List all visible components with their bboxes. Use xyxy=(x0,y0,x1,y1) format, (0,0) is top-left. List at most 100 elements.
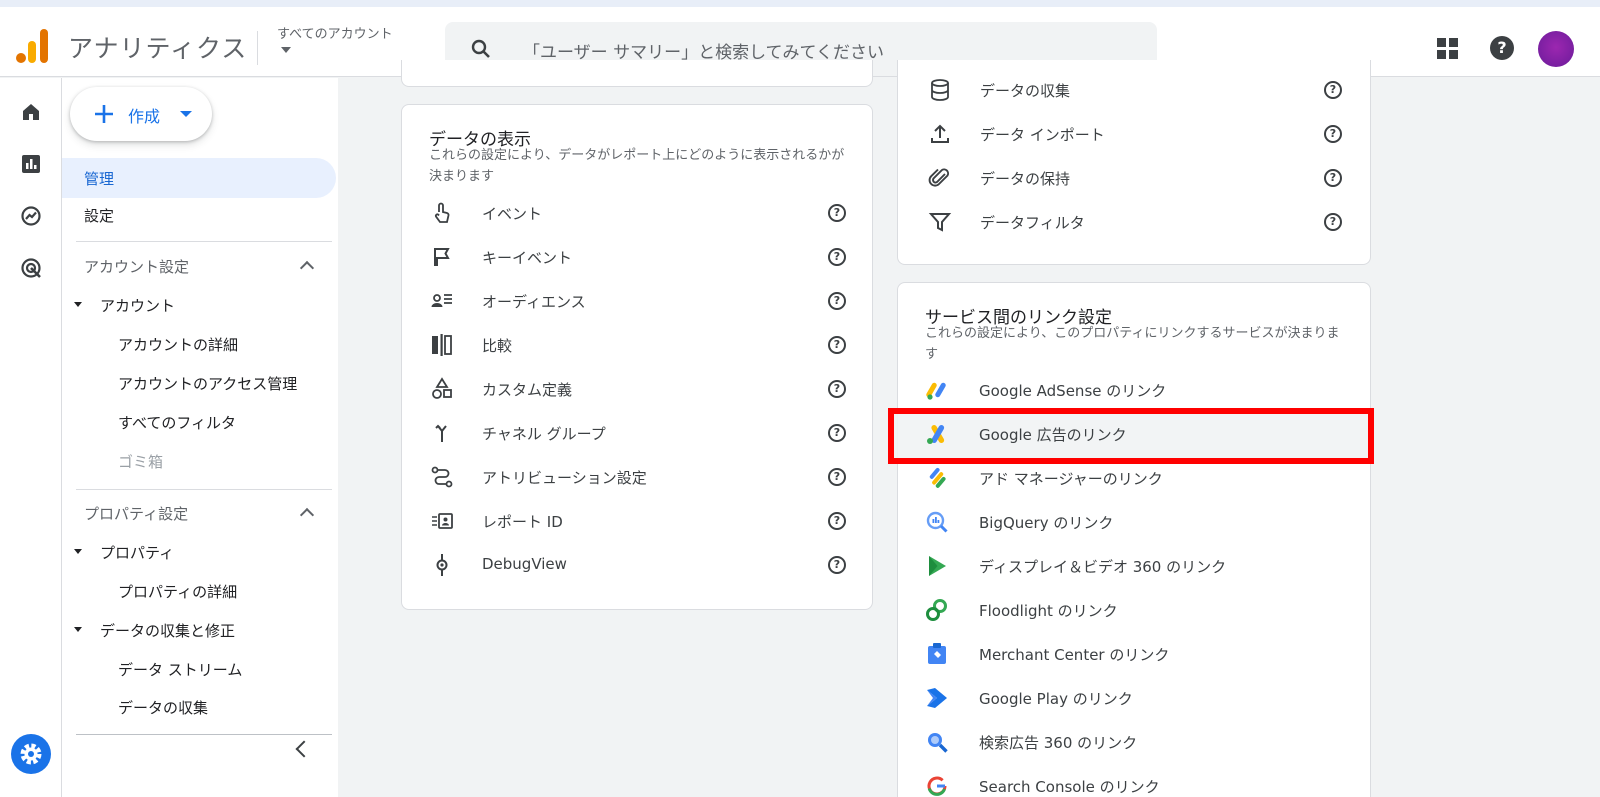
list-item[interactable]: Google AdSense のリンク xyxy=(897,368,1371,412)
chevron-up-icon[interactable] xyxy=(299,507,315,523)
list-item[interactable]: データフィルタ ? xyxy=(898,200,1370,244)
touch-icon xyxy=(435,202,450,223)
list-item-label: Floodlight のリンク xyxy=(979,602,1118,620)
nav-settings[interactable]: 設定 xyxy=(84,205,114,226)
list-item-label: カスタム定義 xyxy=(482,381,573,399)
list-item-google-ads[interactable]: Google 広告のリンク xyxy=(897,412,1371,456)
list-item[interactable]: DebugView ? xyxy=(402,543,872,587)
help-icon[interactable]: ? xyxy=(1324,213,1342,231)
bigquery-icon xyxy=(926,511,948,533)
list-item[interactable]: アド マネージャーのリンク xyxy=(897,456,1371,500)
list-item-label: オーディエンス xyxy=(482,293,586,311)
nav-property-details[interactable]: プロパティの詳細 xyxy=(118,581,237,602)
card-fragment xyxy=(401,60,873,87)
list-item[interactable]: データ インポート ? xyxy=(898,112,1370,156)
list-item[interactable]: レポート ID ? xyxy=(402,499,872,543)
card-description: これらの設定により、データがレポート上にどのように表示されるかが決まります xyxy=(429,148,845,184)
nav-account[interactable]: アカウント xyxy=(100,295,175,316)
nav-all-filters[interactable]: すべてのフィルタ xyxy=(118,412,236,433)
nav-data-collection[interactable]: データの収集と修正 xyxy=(100,620,235,641)
nav-admin[interactable]: 管理 xyxy=(62,158,336,198)
help-icon[interactable]: ? xyxy=(1324,81,1342,99)
list-item[interactable]: 検索広告 360 のリンク xyxy=(897,720,1371,764)
list-item[interactable]: データの保持 ? xyxy=(898,156,1370,200)
search-console-icon xyxy=(927,776,947,796)
list-item-label: イベント xyxy=(482,205,543,223)
list-item-label: 比較 xyxy=(482,337,513,355)
list-item[interactable]: オーディエンス ? xyxy=(402,279,872,323)
chevron-left-icon[interactable] xyxy=(295,740,313,758)
list-item-label: Google AdSense のリンク xyxy=(979,382,1167,400)
help-icon[interactable]: ? xyxy=(828,424,846,442)
help-icon[interactable]: ? xyxy=(1490,36,1514,60)
help-icon[interactable]: ? xyxy=(828,292,846,310)
help-icon[interactable]: ? xyxy=(1324,125,1342,143)
list-item[interactable]: イベント ? xyxy=(402,191,872,235)
list-item[interactable]: Google Play のリンク xyxy=(897,676,1371,720)
list-item[interactable]: ディスプレイ＆ビデオ 360 のリンク xyxy=(897,544,1371,588)
list-item[interactable]: Floodlight のリンク xyxy=(897,588,1371,632)
audience-icon xyxy=(431,294,452,307)
nav-account-access[interactable]: アカウントのアクセス管理 xyxy=(118,373,297,394)
nav-trash: ゴミ箱 xyxy=(118,453,164,471)
nav-property[interactable]: プロパティ xyxy=(100,542,174,563)
paperclip-icon xyxy=(928,168,949,187)
analytics-logo-icon[interactable] xyxy=(16,27,48,63)
explore-icon[interactable] xyxy=(19,204,43,228)
nav-data-streams[interactable]: データ ストリーム xyxy=(118,659,242,680)
help-icon[interactable]: ? xyxy=(828,248,846,266)
list-item-label: Search Console のリンク xyxy=(979,778,1160,796)
list-item[interactable]: アトリビューション設定 ? xyxy=(402,455,872,499)
nav-section-property-settings[interactable]: プロパティ設定 xyxy=(84,503,188,524)
divider xyxy=(76,489,332,490)
card-description: これらの設定により、このプロパティにリンクするサービスが決まります xyxy=(925,326,1340,362)
expand-arrow-icon[interactable] xyxy=(74,549,82,554)
help-icon[interactable]: ? xyxy=(828,512,846,530)
home-icon[interactable] xyxy=(19,100,43,124)
floodlight-icon xyxy=(926,599,947,621)
expand-arrow-icon[interactable] xyxy=(74,627,82,632)
help-icon[interactable]: ? xyxy=(828,336,846,354)
account-dropdown-icon[interactable] xyxy=(281,47,291,53)
expand-arrow-icon[interactable] xyxy=(74,302,82,307)
apps-grid-icon[interactable] xyxy=(1437,38,1459,60)
merge-icon xyxy=(435,424,447,442)
route-icon xyxy=(431,466,453,488)
list-item[interactable]: BigQuery のリンク xyxy=(897,500,1371,544)
admin-nav: 作成 管理 設定 アカウント設定 アカウント アカウントの詳細 アカウントのアク… xyxy=(62,78,338,797)
reports-icon[interactable] xyxy=(19,152,43,176)
data-collection-card: データの収集 ? データ インポート ? データの保持 ? データフィルタ ? xyxy=(897,60,1371,265)
help-icon[interactable]: ? xyxy=(828,380,846,398)
list-item[interactable]: データの収集 ? xyxy=(898,68,1370,112)
list-item[interactable]: チャネル グループ ? xyxy=(402,411,872,455)
advertising-icon[interactable] xyxy=(19,256,43,280)
nav-data-collection-item[interactable]: データの収集 xyxy=(118,697,208,718)
help-icon[interactable]: ? xyxy=(828,556,846,574)
create-dropdown-icon xyxy=(180,111,192,117)
list-item[interactable]: Search Console のリンク xyxy=(897,764,1371,797)
divider xyxy=(76,241,332,242)
admin-gear-icon[interactable] xyxy=(11,734,51,774)
top-strip xyxy=(0,0,1600,7)
list-item[interactable]: キーイベント ? xyxy=(402,235,872,279)
help-icon[interactable]: ? xyxy=(1324,169,1342,187)
list-item-label: 検索広告 360 のリンク xyxy=(979,734,1138,752)
list-item[interactable]: 比較 ? xyxy=(402,323,872,367)
list-item-label: データの保持 xyxy=(980,170,1071,188)
list-item-label: データフィルタ xyxy=(980,214,1085,232)
list-item[interactable]: Merchant Center のリンク xyxy=(897,632,1371,676)
ad-manager-icon xyxy=(929,467,946,488)
list-item-label: DebugView xyxy=(482,555,567,573)
database-icon xyxy=(931,79,949,101)
nav-section-account-settings[interactable]: アカウント設定 xyxy=(84,256,189,277)
avatar[interactable] xyxy=(1538,31,1574,67)
list-item-label: チャネル グループ xyxy=(482,425,606,443)
chevron-up-icon[interactable] xyxy=(299,260,315,276)
nav-account-details[interactable]: アカウントの詳細 xyxy=(118,334,238,355)
help-icon[interactable]: ? xyxy=(828,204,846,222)
help-icon[interactable]: ? xyxy=(828,468,846,486)
create-button[interactable]: 作成 xyxy=(70,87,212,141)
account-selector[interactable]: すべてのアカウント xyxy=(277,23,393,42)
google-ads-icon xyxy=(927,424,945,444)
list-item[interactable]: カスタム定義 ? xyxy=(402,367,872,411)
